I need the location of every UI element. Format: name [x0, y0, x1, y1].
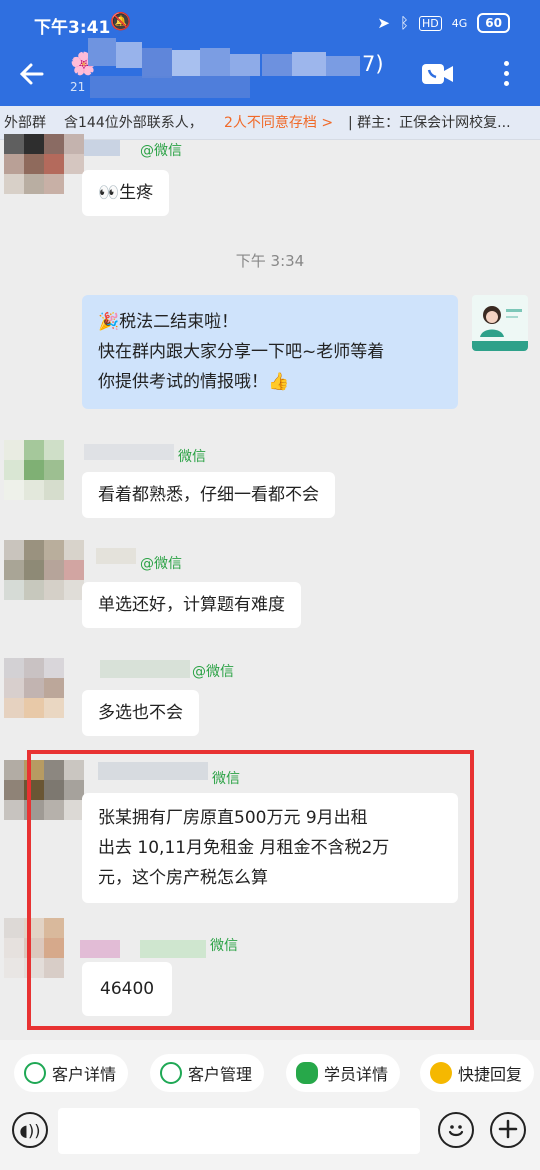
back-arrow-icon: [19, 63, 44, 85]
quick-action-label: 学员详情: [324, 1065, 389, 1084]
plus-icon: [498, 1119, 518, 1139]
sender-name-redacted: [96, 548, 136, 564]
message-bubble[interactable]: 单选还好，计算题有难度: [82, 582, 301, 628]
quick-actions-bar: 客户详情 客户管理 学员详情 快捷回复: [0, 1040, 540, 1106]
quick-action-label: 快捷回复: [458, 1065, 523, 1084]
title-bar: 🌸 7) 21: [0, 38, 540, 106]
sender-source-label: @微信: [140, 556, 182, 572]
message-line: 你提供考试的情报哦！👍: [98, 372, 290, 392]
dot-icon: [503, 61, 509, 66]
hd-icon: HD: [419, 15, 442, 31]
status-icons: ➤ ᛒ HD 4G 60: [377, 13, 510, 33]
status-bar: 下午3:41 🔕 ➤ ᛒ HD 4G 60: [0, 0, 540, 46]
quick-reply-icon: [430, 1062, 452, 1084]
status-time: 下午3:41: [34, 18, 111, 38]
student-detail-button[interactable]: 学员详情: [286, 1054, 401, 1092]
archive-warning-link[interactable]: 2人不同意存档 >: [224, 106, 333, 139]
sender-name-redacted: [84, 140, 120, 156]
avatar[interactable]: [4, 440, 84, 500]
my-message-bubble[interactable]: 🎉税法二结束啦！ 快在群内跟大家分享一下吧~老师等着 你提供考试的情报哦！👍: [82, 295, 458, 409]
message-input[interactable]: [58, 1108, 420, 1154]
quick-action-label: 客户管理: [188, 1065, 253, 1084]
back-button[interactable]: [14, 56, 50, 92]
group-owner-label: | 群主：正保会计网校复...: [348, 115, 511, 131]
external-contacts-count: 含144位外部联系人，: [64, 115, 203, 131]
message-line: 🎉税法二结束啦！: [98, 312, 239, 332]
voice-input-button[interactable]: ◖)): [12, 1112, 48, 1148]
group-subtitle: 21: [70, 80, 86, 94]
dot-icon: [503, 81, 509, 86]
student-icon: [296, 1062, 318, 1084]
more-options-button[interactable]: [494, 56, 518, 92]
customer-detail-icon: [24, 1062, 46, 1084]
input-bar: ◖)): [0, 1106, 540, 1170]
highlight-box: [27, 750, 474, 1030]
location-icon: ➤: [377, 14, 390, 32]
video-call-button[interactable]: [420, 59, 456, 89]
signal-icon: 4G: [451, 16, 468, 30]
sender-name-redacted: [100, 660, 190, 678]
customer-detail-button[interactable]: 客户详情: [14, 1054, 129, 1092]
message-bubble[interactable]: 看着都熟悉，仔细一看都不会: [82, 472, 335, 518]
message-bubble[interactable]: 多选也不会: [82, 690, 199, 736]
customer-manage-button[interactable]: 客户管理: [150, 1054, 265, 1092]
avatar[interactable]: [4, 658, 84, 718]
group-member-count: 7): [362, 52, 384, 76]
sender-source-label: @微信: [192, 664, 234, 680]
my-avatar[interactable]: [472, 295, 528, 351]
customer-manage-icon: [160, 1062, 182, 1084]
message-bubble[interactable]: 👀生疼: [82, 170, 170, 216]
dot-icon: [503, 71, 509, 76]
bluetooth-icon: ᛒ: [400, 14, 410, 32]
mute-icon: 🔕: [110, 12, 132, 32]
quick-reply-button[interactable]: 快捷回复: [420, 1054, 535, 1092]
voice-icon: ◖)): [19, 1121, 41, 1140]
message-timestamp: 下午 3:34: [235, 252, 305, 270]
battery-icon: 60: [477, 13, 510, 33]
sender-source-label: 微信: [178, 449, 206, 465]
add-more-button[interactable]: [490, 1112, 526, 1148]
emoji-button[interactable]: [438, 1112, 474, 1148]
video-call-icon: [422, 64, 453, 84]
sender-name-redacted: [84, 444, 174, 460]
quick-action-label: 客户详情: [52, 1065, 117, 1084]
avatar[interactable]: [4, 134, 84, 194]
avatar[interactable]: [4, 540, 84, 600]
sender-source-label: @微信: [140, 143, 182, 159]
emoji-icon: [448, 1125, 464, 1137]
teacher-avatar-icon: [472, 295, 528, 351]
message-line: 快在群内跟大家分享一下吧~老师等着: [98, 342, 385, 362]
